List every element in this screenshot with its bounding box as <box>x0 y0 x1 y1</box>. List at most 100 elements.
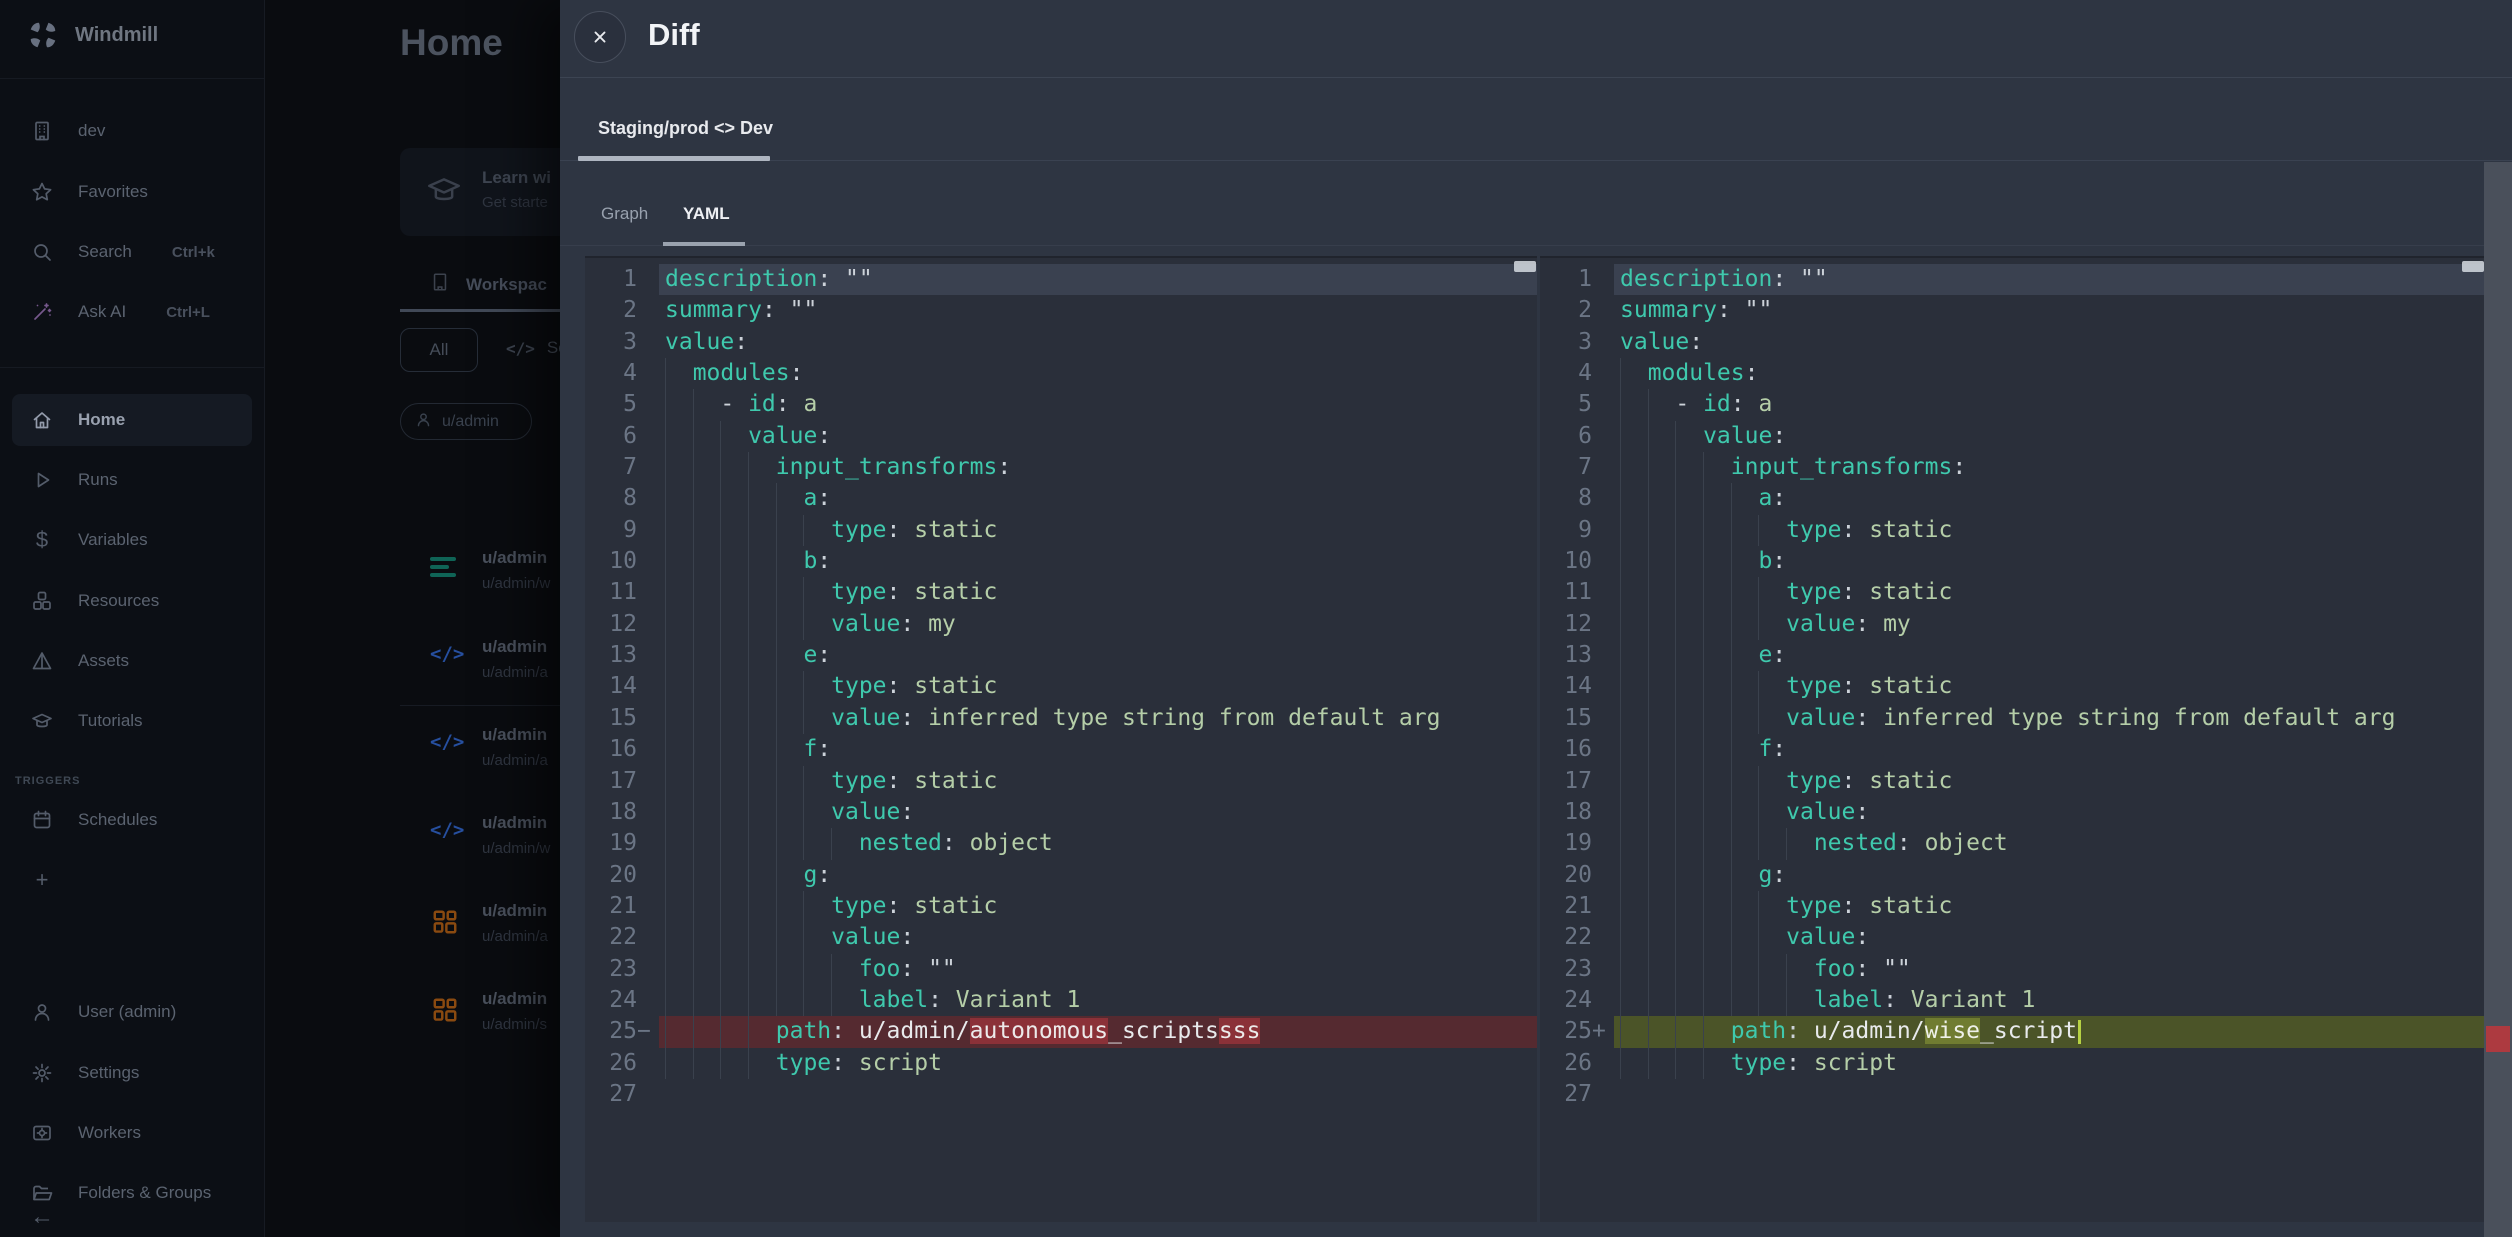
active-tab-underline <box>400 309 560 312</box>
sidebar-item-schedules[interactable]: Schedules <box>0 798 264 842</box>
sidebar-item-resources[interactable]: Resources <box>0 579 264 623</box>
code-line: 7input_transforms: <box>585 452 1537 483</box>
indent-guide <box>1675 797 1703 828</box>
indent-guide <box>1786 828 1814 859</box>
sidebar-item-variables[interactable]: $ Variables <box>0 518 264 562</box>
indent-guide <box>720 985 748 1016</box>
code-token: : <box>900 705 928 731</box>
indent-guide <box>693 515 721 546</box>
code-token: : <box>817 423 831 449</box>
code-token: a <box>803 391 817 417</box>
list-item[interactable]: u/admin u/admin/s <box>400 989 560 1045</box>
indent-guide <box>1703 734 1731 765</box>
indent-guide <box>748 954 776 985</box>
scrollbar-thumb[interactable] <box>1514 261 1536 272</box>
code-line-content: value: my <box>1614 609 2485 640</box>
code-token: value <box>831 924 900 950</box>
code-line: 20g: <box>585 860 1537 891</box>
indent-guide <box>665 766 693 797</box>
code-line: 6value: <box>1540 421 2485 452</box>
sidebar-item-tutorials[interactable]: Tutorials <box>0 699 264 743</box>
indent-guide <box>1648 546 1676 577</box>
code-line-content: e: <box>1614 640 2485 671</box>
plus-icon: + <box>30 869 54 891</box>
diff-editor-left[interactable]: 1description: ""2summary: ""3value:4modu… <box>585 256 1537 1222</box>
tab-yaml[interactable]: YAML <box>683 204 730 224</box>
sidebar-item-search[interactable]: Search Ctrl+k <box>0 230 264 274</box>
indent-guide <box>693 546 721 577</box>
learn-windmill-card[interactable]: Learn wi Get starte <box>400 148 560 236</box>
list-item[interactable]: </> u/admin u/admin/w <box>400 813 560 869</box>
folder-icon <box>30 1182 54 1204</box>
indent-guide <box>1703 1048 1731 1079</box>
code-line-content: value: <box>1614 922 2485 953</box>
list-item[interactable]: </> u/admin u/admin/a <box>400 637 560 693</box>
sidebar-item-user[interactable]: User (admin) <box>0 990 264 1034</box>
code-line: 27 <box>1540 1079 2485 1110</box>
tab-graph[interactable]: Graph <box>601 204 648 224</box>
indent-guide <box>1758 797 1786 828</box>
indent-guide <box>1675 734 1703 765</box>
building-icon <box>30 120 54 142</box>
code-token: my <box>1883 611 1911 637</box>
code-line-content: value: <box>659 922 1537 953</box>
code-token: type <box>831 673 886 699</box>
close-button[interactable] <box>574 11 626 63</box>
code-line-content: - id: a <box>1614 389 2485 420</box>
indent-guide <box>776 734 804 765</box>
code-line: 10b: <box>1540 546 2485 577</box>
indent-guide <box>720 828 748 859</box>
app-logo[interactable]: Windmill <box>28 20 158 50</box>
indent-guide <box>748 640 776 671</box>
code-token: type <box>831 517 886 543</box>
line-number: 23 <box>585 954 659 985</box>
code-line: 11type: static <box>1540 577 2485 608</box>
list-item[interactable]: </> u/admin u/admin/a <box>400 725 560 781</box>
sidebar-item-workspace[interactable]: dev <box>0 109 264 153</box>
drawer-scrollbar[interactable] <box>2484 162 2512 1237</box>
indent-guide <box>1703 452 1731 483</box>
sidebar-item-assets[interactable]: Assets <box>0 639 264 683</box>
indent-guide <box>1675 515 1703 546</box>
code-token: : <box>817 642 831 668</box>
filter-scripts-button[interactable]: </> Sc <box>506 338 560 358</box>
code-line: 16f: <box>1540 734 2485 765</box>
code-line: 15value: inferred type string from defau… <box>585 703 1537 734</box>
item-title: u/admin <box>482 725 547 745</box>
list-item[interactable]: u/admin u/admin/a <box>400 901 560 957</box>
divider <box>560 245 2512 246</box>
indent-guide <box>1758 954 1786 985</box>
sidebar-item-ask-ai[interactable]: Ask AI Ctrl+L <box>0 290 264 334</box>
item-path: u/admin/a <box>482 928 548 945</box>
code-token: : <box>762 297 790 323</box>
indent-guide <box>1731 766 1759 797</box>
add-trigger-button[interactable]: + <box>0 858 264 902</box>
diff-editor-right[interactable]: 1description: ""2summary: ""3value:4modu… <box>1540 256 2485 1222</box>
filter-all-button[interactable]: All <box>400 328 478 372</box>
code-line: 20g: <box>1540 860 2485 891</box>
line-number: 21 <box>1540 891 1614 922</box>
diff-change-marker <box>2486 1026 2510 1052</box>
code-line: 18value: <box>585 797 1537 828</box>
code-token: input_transforms <box>1731 454 1953 480</box>
code-line-content: summary: "" <box>1614 295 2485 326</box>
indent-guide <box>1758 703 1786 734</box>
code-token: : <box>887 673 915 699</box>
owner-filter-button[interactable]: u/admin <box>400 403 532 440</box>
sidebar-item-settings[interactable]: Settings <box>0 1051 264 1095</box>
sidebar-item-favorites[interactable]: Favorites <box>0 170 264 214</box>
indent-guide <box>1648 703 1676 734</box>
sidebar-item-runs[interactable]: Runs <box>0 458 264 502</box>
scrollbar-thumb[interactable] <box>2462 261 2484 272</box>
indent-guide <box>803 954 831 985</box>
code-line-content <box>1614 1079 2485 1110</box>
list-item[interactable]: u/admin u/admin/w <box>400 548 560 604</box>
sidebar-item-workers[interactable]: Workers <box>0 1111 264 1155</box>
tab-staging-prod-dev[interactable]: Staging/prod <> Dev <box>598 118 773 139</box>
sidebar-item-home[interactable]: Home <box>12 394 252 446</box>
indent-guide <box>1731 483 1759 514</box>
collapse-sidebar-arrow-icon[interactable]: ← <box>30 1203 54 1231</box>
indent-guide <box>803 985 831 1016</box>
tab-workspace[interactable]: Workspac <box>430 272 547 297</box>
indent-guide <box>665 577 693 608</box>
